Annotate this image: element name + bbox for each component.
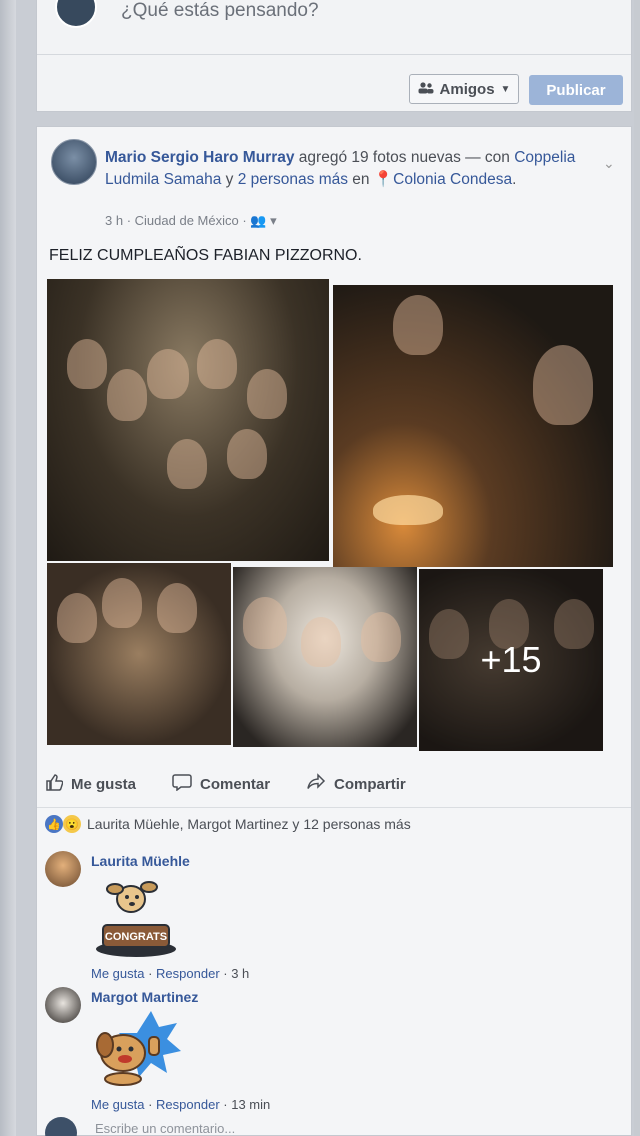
commenter-name[interactable]: Laurita Müehle: [91, 853, 190, 869]
left-column-edge: [0, 0, 16, 1136]
tagged-others-link[interactable]: 2 personas más: [238, 171, 348, 188]
comment-time[interactable]: 13 min: [231, 1097, 270, 1112]
audience-selector-button[interactable]: Amigos ▼: [409, 74, 519, 104]
commenter-avatar[interactable]: [45, 987, 81, 1023]
location-pin-icon: 📍: [373, 171, 394, 188]
commenter-avatar[interactable]: [45, 851, 81, 887]
comment-meta: Me gusta · Responder · 3 h: [91, 966, 250, 981]
status-input[interactable]: ¿Qué estás pensando?: [121, 0, 319, 22]
publish-button[interactable]: Publicar: [529, 75, 623, 105]
comment-reply-link[interactable]: Responder: [156, 966, 220, 981]
comment-item: Laurita Müehle CONGRATS Me gusta · Respo…: [45, 851, 585, 981]
share-arrow-icon: [306, 773, 326, 795]
comment-like-link[interactable]: Me gusta: [91, 1097, 144, 1112]
privacy-friends-icon[interactable]: 👥 ▾: [250, 213, 276, 228]
post-header: Mario Sergio Haro Murray agregó 19 fotos…: [105, 147, 585, 191]
share-button[interactable]: Compartir: [306, 773, 406, 795]
more-photos-overlay[interactable]: +15: [419, 569, 603, 751]
composer-divider: [37, 54, 631, 55]
dog-thumbs-up-sticker-icon: [91, 1009, 181, 1094]
congrats-sticker-icon: CONGRATS: [91, 873, 181, 968]
page-scrollbar[interactable]: [634, 0, 640, 1136]
like-button[interactable]: Me gusta: [45, 773, 136, 795]
post-location-suffix: .: [512, 171, 517, 188]
current-user-avatar-small: [45, 1117, 77, 1136]
meta-dot: ·: [126, 213, 135, 228]
caret-down-icon: ▼: [500, 83, 511, 95]
post-meta: 3 h · Ciudad de México · 👥 ▾: [105, 213, 277, 229]
reactions-summary[interactable]: 👍 😮 Laurita Müehle, Margot Martinez y 12…: [45, 815, 411, 833]
post-photo-4[interactable]: [233, 567, 417, 747]
share-label: Compartir: [334, 775, 406, 793]
post-photo-3[interactable]: [47, 563, 231, 745]
comment-meta: Me gusta · Responder · 13 min: [91, 1097, 271, 1112]
post-and-text: y: [221, 171, 238, 188]
reactions-text: Laurita Müehle, Margot Martinez y 12 per…: [87, 816, 411, 832]
like-reaction-icon: 👍: [45, 815, 63, 833]
friends-icon: [418, 81, 434, 98]
post-message: FELIZ CUMPLEAÑOS FABIAN PIZZORNO.: [49, 247, 362, 264]
commenter-name[interactable]: Margot Martinez: [91, 989, 198, 1005]
status-composer: ¿Qué estás pensando? Amigos ▼ Publicar: [36, 0, 632, 112]
thumbs-up-icon: [45, 773, 64, 795]
post-location-prefix: en: [347, 171, 374, 188]
post-photo-5[interactable]: +15: [419, 569, 603, 751]
post-photo-1[interactable]: [47, 279, 329, 561]
post-place[interactable]: Ciudad de México: [135, 213, 239, 228]
sticker-text: CONGRATS: [105, 931, 167, 943]
comment-composer: Escribe un comentario...: [45, 1117, 605, 1136]
author-name[interactable]: Mario Sergio Haro Murray: [105, 149, 295, 166]
actions-divider: [37, 807, 631, 808]
comment-label: Comentar: [200, 775, 271, 793]
comment-like-link[interactable]: Me gusta: [91, 966, 144, 981]
wow-reaction-icon: 😮: [63, 815, 81, 833]
post-photo-2[interactable]: [333, 285, 613, 567]
comment-button[interactable]: Comentar: [172, 773, 270, 795]
comment-input[interactable]: Escribe un comentario...: [95, 1121, 235, 1136]
audience-label: Amigos: [439, 80, 495, 98]
post-actions-bar: Me gusta Comentar Compartir: [45, 767, 615, 801]
post-action-text: agregó 19 fotos nuevas — con: [294, 149, 515, 166]
post-time[interactable]: 3 h: [105, 213, 123, 228]
feed-post: Mario Sergio Haro Murray agregó 19 fotos…: [36, 126, 632, 1136]
comment-item: Margot Martinez Me gusta · Responder · 1…: [45, 987, 585, 1117]
comment-time[interactable]: 3 h: [231, 966, 249, 981]
location-link[interactable]: Colonia Condesa: [393, 171, 512, 188]
current-user-avatar: [55, 0, 97, 28]
post-options-chevron-icon[interactable]: ⌄: [603, 155, 615, 172]
comment-reply-link[interactable]: Responder: [156, 1097, 220, 1112]
speech-bubble-icon: [172, 773, 192, 795]
author-avatar[interactable]: [51, 139, 97, 185]
like-label: Me gusta: [71, 775, 137, 793]
